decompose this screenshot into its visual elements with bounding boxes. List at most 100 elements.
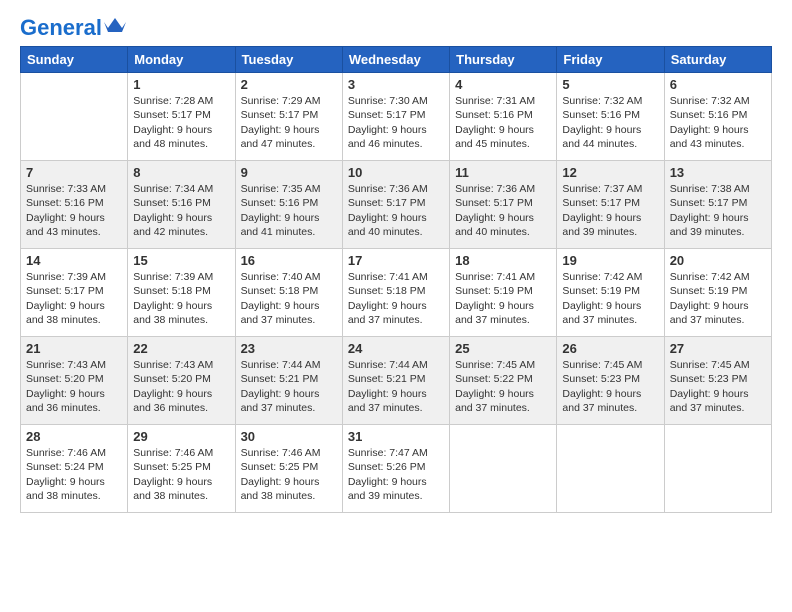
weekday-header-monday: Monday (128, 47, 235, 73)
day-info: Sunrise: 7:44 AMSunset: 5:21 PMDaylight:… (348, 358, 444, 415)
day-info: Sunrise: 7:40 AMSunset: 5:18 PMDaylight:… (241, 270, 337, 327)
calendar-cell: 8Sunrise: 7:34 AMSunset: 5:16 PMDaylight… (128, 161, 235, 249)
day-number: 31 (348, 429, 444, 444)
day-number: 15 (133, 253, 229, 268)
day-info: Sunrise: 7:44 AMSunset: 5:21 PMDaylight:… (241, 358, 337, 415)
calendar-cell: 13 Sunrise: 7:38 AMSunset: 5:17 PMDayligh… (664, 161, 771, 249)
day-info: Sunrise: 7:38 AMSunset: 5:17 PMDaylight:… (670, 182, 766, 239)
calendar-cell: 22 Sunrise: 7:43 AMSunset: 5:20 PMDayligh… (128, 337, 235, 425)
day-number: 30 (241, 429, 337, 444)
day-info: Sunrise: 7:46 AMSunset: 5:25 PMDaylight:… (133, 446, 229, 503)
day-number: 20 (670, 253, 766, 268)
day-info: Sunrise: 7:36 AMSunset: 5:17 PMDaylight:… (455, 182, 551, 239)
page: General SundayMondayTuesdayWednesdayThur… (0, 0, 792, 612)
calendar-cell: 10 Sunrise: 7:36 AMSunset: 5:17 PMDayligh… (342, 161, 449, 249)
day-info: Sunrise: 7:45 AMSunset: 5:23 PMDaylight:… (562, 358, 658, 415)
calendar-cell: 12 Sunrise: 7:37 AMSunset: 5:17 PMDayligh… (557, 161, 664, 249)
day-number: 9 (241, 165, 337, 180)
day-info: Sunrise: 7:41 AMSunset: 5:18 PMDaylight:… (348, 270, 444, 327)
day-number: 23 (241, 341, 337, 356)
calendar-cell: 9Sunrise: 7:35 AMSunset: 5:16 PMDaylight… (235, 161, 342, 249)
calendar-cell: 16 Sunrise: 7:40 AMSunset: 5:18 PMDayligh… (235, 249, 342, 337)
day-info: Sunrise: 7:46 AMSunset: 5:24 PMDaylight:… (26, 446, 122, 503)
day-number: 12 (562, 165, 658, 180)
day-info: Sunrise: 7:43 AMSunset: 5:20 PMDaylight:… (133, 358, 229, 415)
calendar-cell: 27 Sunrise: 7:45 AMSunset: 5:23 PMDayligh… (664, 337, 771, 425)
day-info: Sunrise: 7:43 AMSunset: 5:20 PMDaylight:… (26, 358, 122, 415)
day-number: 27 (670, 341, 766, 356)
day-number: 21 (26, 341, 122, 356)
calendar-body: 1 Sunrise: 7:28 AMSunset: 5:17 PMDaylight… (21, 73, 772, 513)
calendar-cell: 25 Sunrise: 7:45 AMSunset: 5:22 PMDayligh… (450, 337, 557, 425)
day-number: 14 (26, 253, 122, 268)
calendar-header: SundayMondayTuesdayWednesdayThursdayFrid… (21, 47, 772, 73)
calendar-week-4: 21 Sunrise: 7:43 AMSunset: 5:20 PMDayligh… (21, 337, 772, 425)
logo-icon (104, 18, 126, 34)
calendar-cell: 2 Sunrise: 7:29 AMSunset: 5:17 PMDaylight… (235, 73, 342, 161)
calendar-cell: 5 Sunrise: 7:32 AMSunset: 5:16 PMDaylight… (557, 73, 664, 161)
day-number: 19 (562, 253, 658, 268)
day-info: Sunrise: 7:28 AMSunset: 5:17 PMDaylight:… (133, 94, 229, 151)
day-number: 28 (26, 429, 122, 444)
day-number: 22 (133, 341, 229, 356)
day-info: Sunrise: 7:32 AMSunset: 5:16 PMDaylight:… (562, 94, 658, 151)
day-info: Sunrise: 7:30 AMSunset: 5:17 PMDaylight:… (348, 94, 444, 151)
day-number: 1 (133, 77, 229, 92)
day-number: 13 (670, 165, 766, 180)
day-number: 7 (26, 165, 122, 180)
calendar-cell: 1 Sunrise: 7:28 AMSunset: 5:17 PMDaylight… (128, 73, 235, 161)
day-info: Sunrise: 7:47 AMSunset: 5:26 PMDaylight:… (348, 446, 444, 503)
calendar-cell: 24 Sunrise: 7:44 AMSunset: 5:21 PMDayligh… (342, 337, 449, 425)
day-number: 4 (455, 77, 551, 92)
day-number: 25 (455, 341, 551, 356)
day-info: Sunrise: 7:42 AMSunset: 5:19 PMDaylight:… (670, 270, 766, 327)
day-info: Sunrise: 7:37 AMSunset: 5:17 PMDaylight:… (562, 182, 658, 239)
calendar-cell: 15 Sunrise: 7:39 AMSunset: 5:18 PMDayligh… (128, 249, 235, 337)
calendar-cell: 20 Sunrise: 7:42 AMSunset: 5:19 PMDayligh… (664, 249, 771, 337)
calendar-cell: 23 Sunrise: 7:44 AMSunset: 5:21 PMDayligh… (235, 337, 342, 425)
calendar-cell (450, 425, 557, 513)
calendar-cell: 4Sunrise: 7:31 AMSunset: 5:16 PMDaylight… (450, 73, 557, 161)
day-info: Sunrise: 7:29 AMSunset: 5:17 PMDaylight:… (241, 94, 337, 151)
calendar-table: SundayMondayTuesdayWednesdayThursdayFrid… (20, 46, 772, 513)
day-info: Sunrise: 7:46 AMSunset: 5:25 PMDaylight:… (241, 446, 337, 503)
calendar-cell (557, 425, 664, 513)
weekday-header-friday: Friday (557, 47, 664, 73)
day-number: 16 (241, 253, 337, 268)
day-number: 29 (133, 429, 229, 444)
calendar-cell: 7Sunrise: 7:33 AMSunset: 5:16 PMDaylight… (21, 161, 128, 249)
weekday-header-saturday: Saturday (664, 47, 771, 73)
calendar-cell (664, 425, 771, 513)
day-number: 8 (133, 165, 229, 180)
day-number: 3 (348, 77, 444, 92)
weekday-header-tuesday: Tuesday (235, 47, 342, 73)
calendar-cell: 26 Sunrise: 7:45 AMSunset: 5:23 PMDayligh… (557, 337, 664, 425)
calendar-week-3: 14 Sunrise: 7:39 AMSunset: 5:17 PMDayligh… (21, 249, 772, 337)
weekday-header-thursday: Thursday (450, 47, 557, 73)
day-number: 17 (348, 253, 444, 268)
day-number: 11 (455, 165, 551, 180)
weekday-row: SundayMondayTuesdayWednesdayThursdayFrid… (21, 47, 772, 73)
day-info: Sunrise: 7:36 AMSunset: 5:17 PMDaylight:… (348, 182, 444, 239)
day-number: 5 (562, 77, 658, 92)
day-number: 6 (670, 77, 766, 92)
day-number: 10 (348, 165, 444, 180)
day-number: 18 (455, 253, 551, 268)
calendar-cell: 14 Sunrise: 7:39 AMSunset: 5:17 PMDayligh… (21, 249, 128, 337)
day-info: Sunrise: 7:45 AMSunset: 5:22 PMDaylight:… (455, 358, 551, 415)
calendar-cell: 6Sunrise: 7:32 AMSunset: 5:16 PMDaylight… (664, 73, 771, 161)
calendar-cell: 31 Sunrise: 7:47 AMSunset: 5:26 PMDayligh… (342, 425, 449, 513)
header: General (20, 16, 772, 36)
calendar-cell: 21 Sunrise: 7:43 AMSunset: 5:20 PMDayligh… (21, 337, 128, 425)
day-info: Sunrise: 7:39 AMSunset: 5:17 PMDaylight:… (26, 270, 122, 327)
day-number: 26 (562, 341, 658, 356)
day-info: Sunrise: 7:45 AMSunset: 5:23 PMDaylight:… (670, 358, 766, 415)
day-info: Sunrise: 7:39 AMSunset: 5:18 PMDaylight:… (133, 270, 229, 327)
calendar-week-2: 7Sunrise: 7:33 AMSunset: 5:16 PMDaylight… (21, 161, 772, 249)
day-number: 24 (348, 341, 444, 356)
weekday-header-sunday: Sunday (21, 47, 128, 73)
calendar-cell: 30 Sunrise: 7:46 AMSunset: 5:25 PMDayligh… (235, 425, 342, 513)
calendar-cell: 29 Sunrise: 7:46 AMSunset: 5:25 PMDayligh… (128, 425, 235, 513)
calendar-cell: 3 Sunrise: 7:30 AMSunset: 5:17 PMDaylight… (342, 73, 449, 161)
day-number: 2 (241, 77, 337, 92)
